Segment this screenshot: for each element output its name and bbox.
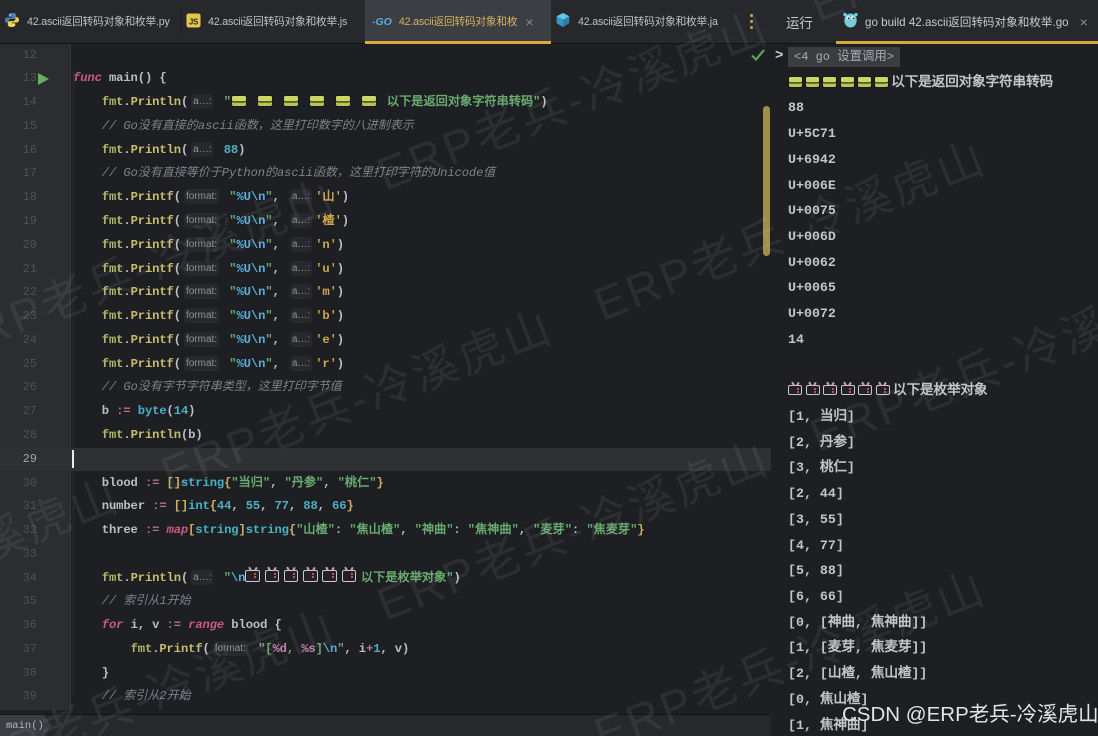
svg-text:JS: JS <box>189 17 198 26</box>
